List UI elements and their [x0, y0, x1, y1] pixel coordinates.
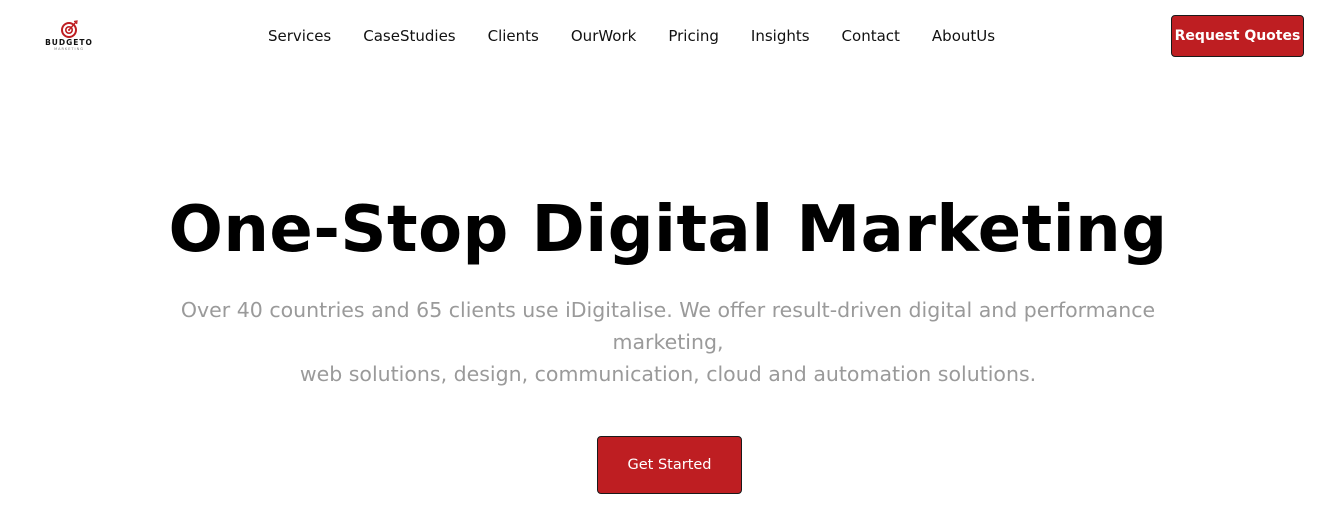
- get-started-button[interactable]: Get Started: [597, 436, 742, 494]
- nav-item-contact[interactable]: Contact: [842, 25, 900, 47]
- hero-title: One-Stop Digital Marketing: [168, 193, 1168, 267]
- nav-item-about-us[interactable]: AboutUs: [932, 25, 995, 47]
- brand-name: BUDGETO: [45, 38, 93, 47]
- site-header: BUDGETO MARKETING Services CaseStudies C…: [0, 0, 1336, 72]
- nav-item-clients[interactable]: Clients: [488, 25, 539, 47]
- hero-subtitle-line-2: web solutions, design, communication, cl…: [299, 362, 1037, 386]
- hero-subtitle-line-1: Over 40 countries and 65 clients use iDi…: [180, 298, 1156, 354]
- nav-item-case-studies[interactable]: CaseStudies: [363, 25, 455, 47]
- brand-tagline: MARKETING: [54, 47, 84, 51]
- nav-item-services[interactable]: Services: [268, 25, 331, 47]
- hero-subtitle: Over 40 countries and 65 clients use iDi…: [160, 294, 1176, 390]
- brand-logo[interactable]: BUDGETO MARKETING: [44, 20, 94, 54]
- target-icon: [61, 20, 78, 38]
- nav-item-insights[interactable]: Insights: [751, 25, 810, 47]
- landing-page: BUDGETO MARKETING Services CaseStudies C…: [0, 0, 1336, 507]
- nav-item-our-work[interactable]: OurWork: [571, 25, 636, 47]
- request-quotes-button[interactable]: Request Quotes: [1171, 15, 1304, 57]
- nav-item-pricing[interactable]: Pricing: [668, 25, 719, 47]
- main-nav: Services CaseStudies Clients OurWork Pri…: [268, 24, 995, 48]
